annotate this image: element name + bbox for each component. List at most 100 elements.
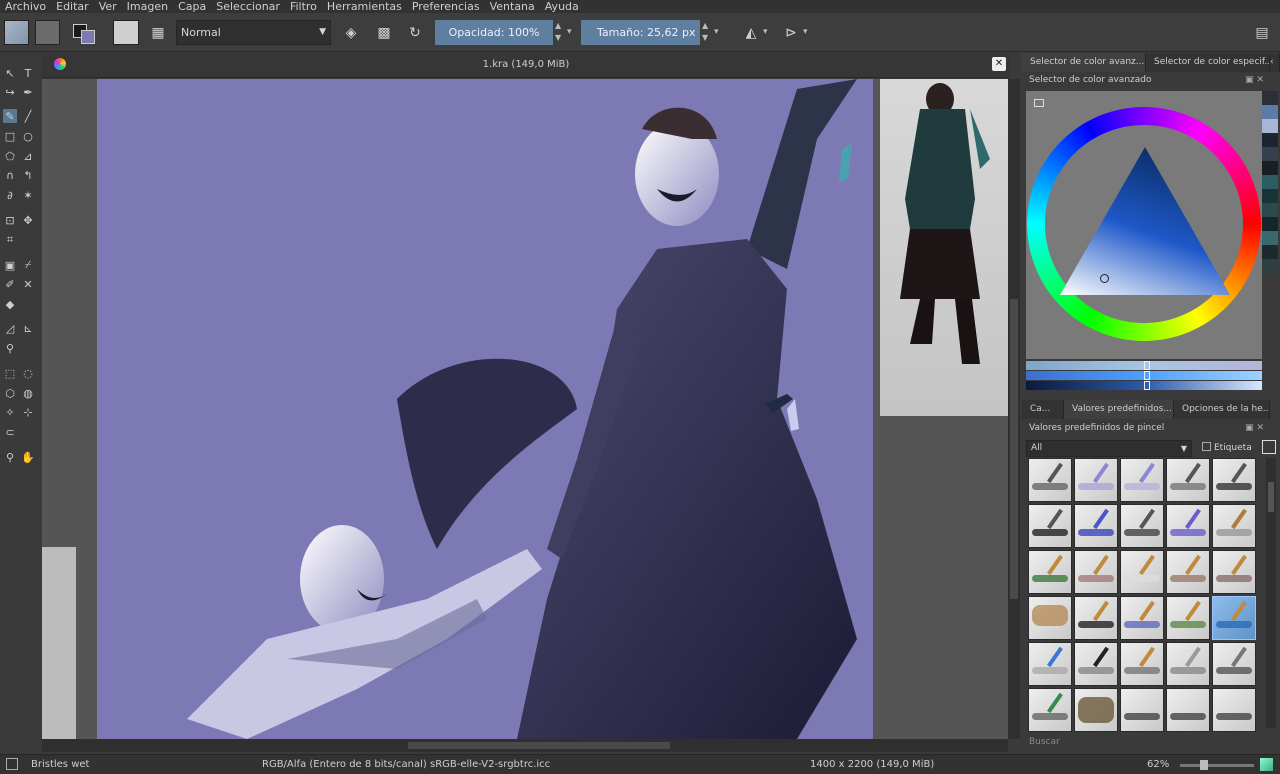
brush-preset[interactable] [1120,504,1164,548]
menu-seleccionar[interactable]: Seleccionar [211,0,285,13]
zoom-level[interactable]: 62% [1147,759,1169,770]
tag-checkbox[interactable] [1202,442,1211,451]
edit-shape-icon[interactable]: ↪ [3,85,17,99]
reload-icon[interactable]: ↻ [404,20,426,45]
size-slider[interactable]: Tamaño: 25,62 px [581,20,700,45]
hue-slider[interactable] [1026,361,1262,370]
pan-tool-icon[interactable]: ✋ [21,450,35,464]
zoom-tool-icon[interactable]: ⚲ [3,450,17,464]
freehand-select-icon[interactable]: ◍ [21,386,35,400]
bezier-tool-icon[interactable]: ∩ [3,168,17,182]
workspace-icon[interactable]: ▤ [1251,20,1273,45]
gradient-swatch[interactable] [4,20,29,45]
tag-toggle[interactable]: Etiqueta [1198,440,1258,457]
slider-handle[interactable] [1144,381,1150,390]
opacity-slider[interactable]: Opacidad: 100% [435,20,553,45]
brush-preset[interactable] [1074,642,1118,686]
view-mode-icon[interactable] [1262,440,1276,454]
color-picker-handle[interactable] [1100,274,1109,283]
brush-preset[interactable] [1120,596,1164,640]
polygon-tool-icon[interactable]: ⬠ [3,149,17,163]
freehand-brush-icon[interactable]: ✎ [3,109,17,123]
select-shape-icon[interactable]: ↖ [3,66,17,80]
mirror-horizontal-menu-icon[interactable]: ▾ [763,20,773,45]
artwork-canvas[interactable] [97,79,873,739]
color-picker-icon[interactable]: ⌿ [21,258,35,272]
move-tool-icon[interactable]: ✥ [21,213,35,227]
menu-capa[interactable]: Capa [173,0,211,13]
polyline-tool-icon[interactable]: ⊿ [21,149,35,163]
assistant-tool-icon[interactable]: ◿ [3,321,17,335]
tab-specific-color-selector[interactable]: Selector de color especif... [1146,53,1270,72]
opacity-menu-icon[interactable]: ▾ [567,20,577,45]
colorize-mask-icon[interactable]: ✐ [3,277,17,291]
pattern-swatch[interactable] [35,20,60,45]
eraser-icon[interactable]: ◈ [340,20,362,45]
tabs-scroll-icon[interactable]: ‹ [1270,53,1280,72]
freehand-path-icon[interactable]: ↰ [21,168,35,182]
menu-ayuda[interactable]: Ayuda [540,0,584,13]
brush-preset[interactable] [1120,688,1164,732]
brush-preset[interactable] [1074,458,1118,502]
recent-color[interactable] [1262,105,1278,119]
ellipse-select-icon[interactable]: ◌ [21,366,35,380]
recent-color[interactable] [1262,259,1278,273]
blend-mode-select[interactable]: Normal ▼ [176,20,331,45]
zoom-slider[interactable] [1180,760,1254,770]
brush-preset[interactable] [1212,688,1256,732]
brush-preset[interactable] [1212,550,1256,594]
horizontal-scroll-thumb[interactable] [408,742,670,749]
vertical-scroll-thumb[interactable] [1010,299,1018,599]
brush-preset[interactable] [1166,504,1210,548]
recent-color[interactable] [1262,91,1278,105]
canvas-area[interactable] [42,79,1008,739]
brush-preset[interactable] [1166,688,1210,732]
recent-color[interactable] [1262,161,1278,175]
brush-preset[interactable] [1166,458,1210,502]
opacity-spin-icon[interactable]: ▲ ▼ [555,20,565,45]
recent-color[interactable] [1262,189,1278,203]
text-tool-icon[interactable]: T [21,66,35,80]
crop-tool-icon[interactable]: ⌗ [3,233,17,247]
tab-brush-presets[interactable]: Valores predefinidos... [1064,400,1174,419]
polygon-select-icon[interactable]: ⬡ [3,386,17,400]
presets-scrollbar[interactable] [1266,458,1276,728]
recent-color[interactable] [1262,245,1278,259]
menu-archivo[interactable]: Archivo [0,0,51,13]
recent-color[interactable] [1262,217,1278,231]
menu-ventana[interactable]: Ventana [485,0,540,13]
horizontal-scrollbar[interactable] [42,739,1008,752]
brush-preset[interactable] [1028,688,1072,732]
document-title[interactable]: 1.kra (149,0 MiB) [42,59,1010,70]
reference-tool-icon[interactable]: ⚲ [3,341,17,355]
brush-preset[interactable] [1074,550,1118,594]
brush-preset[interactable] [1166,596,1210,640]
brush-preset[interactable] [1212,458,1256,502]
transform-tool-icon[interactable]: ⊡ [3,213,17,227]
mirror-vertical-icon[interactable]: ⊳ [780,20,802,45]
canvas-only-icon[interactable] [1260,758,1273,771]
ellipse-tool-icon[interactable]: ○ [21,129,35,143]
brush-preset[interactable] [1074,596,1118,640]
menu-imagen[interactable]: Imagen [122,0,173,13]
line-tool-icon[interactable]: ╱ [21,109,35,123]
preset-filter-select[interactable]: All ▼ [1026,440,1192,457]
menu-filtro[interactable]: Filtro [285,0,322,13]
tab-advanced-color-selector[interactable]: Selector de color avanz... [1022,53,1146,72]
measure-tool-icon[interactable]: ⊾ [21,321,35,335]
alpha-lock-icon[interactable]: ▩ [373,20,395,45]
menu-herramientas[interactable]: Herramientas [322,0,407,13]
recent-color[interactable] [1262,147,1278,161]
menu-preferencias[interactable]: Preferencias [407,0,485,13]
multibrush-icon[interactable]: ✶ [21,188,35,202]
grid-icon[interactable]: ▦ [147,20,169,45]
fill-tool-icon[interactable]: ◆ [3,297,17,311]
brush-preset[interactable] [1074,504,1118,548]
brush-preset[interactable] [1120,642,1164,686]
brush-preset[interactable] [1212,504,1256,548]
brush-preset[interactable] [1028,596,1072,640]
recent-color[interactable] [1262,203,1278,217]
recent-color[interactable] [1262,119,1278,133]
vertical-scrollbar[interactable] [1008,79,1020,739]
brush-preset[interactable] [1074,688,1118,732]
